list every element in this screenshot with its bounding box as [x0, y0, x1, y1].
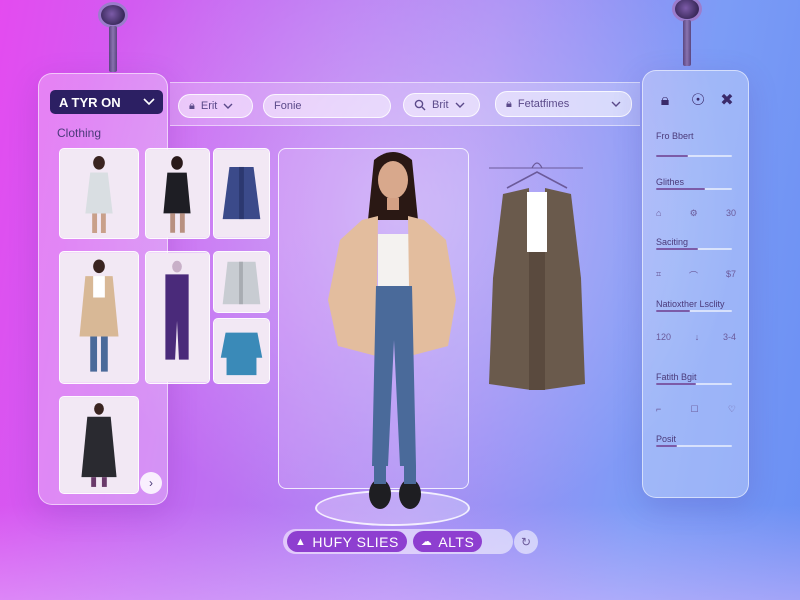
- scaling-slider[interactable]: [656, 248, 732, 250]
- clothing-item-black-coat[interactable]: [59, 396, 139, 494]
- search-label: Brit: [432, 99, 449, 111]
- chevron-down-icon: [611, 101, 621, 107]
- model-avatar: [328, 152, 456, 509]
- brand-dropdown[interactable]: A TYR ON: [50, 90, 163, 114]
- posit-slider[interactable]: [656, 445, 732, 447]
- lock-icon[interactable]: 🔒︎: [655, 91, 675, 111]
- clothing-item-black-top[interactable]: [145, 148, 210, 239]
- features-dropdown[interactable]: 🔒︎ Fetatfimes: [495, 91, 632, 117]
- size-slider[interactable]: [656, 188, 732, 190]
- chevron-down-icon: [143, 98, 155, 106]
- chevron-down-icon: [223, 103, 233, 109]
- clothing-item-dress[interactable]: [59, 148, 139, 239]
- scaling-label: Saciting: [656, 237, 689, 247]
- fabric-slider[interactable]: [656, 383, 732, 385]
- clothing-item-camel-coat[interactable]: [59, 251, 139, 384]
- next-arrow-icon: ›: [149, 476, 153, 490]
- secondary-action-button[interactable]: ☁ ALTS: [412, 531, 483, 552]
- brand-label: A TYR ON: [59, 94, 121, 110]
- fit-label: Fro Bbert: [656, 131, 694, 141]
- rotate-icon[interactable]: ↻: [514, 530, 538, 554]
- bottom-action-bar: ▲ HUFY SLIES ☁ ALTS: [283, 529, 513, 554]
- measure-slider[interactable]: [656, 310, 732, 312]
- clothing-item-blue-sweater[interactable]: [213, 318, 270, 384]
- hanger-icon: [489, 162, 585, 390]
- fabric-label: Fatith Bgit: [656, 372, 697, 382]
- cloud-icon: ☁: [420, 536, 433, 548]
- next-page-button[interactable]: ›: [140, 472, 162, 494]
- measure-label: Natioxther Lsclity: [656, 299, 725, 309]
- ceiling-camera-right: [672, 0, 702, 66]
- size-row: ⌂ ⚙ 30: [656, 208, 736, 218]
- bottle-icon[interactable]: ☉: [688, 91, 708, 111]
- size-label: Glithes: [656, 177, 685, 187]
- measure-row: 120 ↓ 3-4: [656, 332, 736, 342]
- clothing-item-navy-jacket[interactable]: [213, 148, 270, 239]
- ceiling-camera-left: [98, 2, 128, 72]
- fit-slider[interactable]: [656, 155, 732, 157]
- fit-toggle-icon[interactable]: ✖: [717, 91, 737, 111]
- name-field[interactable]: Fonie: [263, 94, 391, 118]
- chevron-down-icon: [455, 102, 464, 108]
- search-icon: [414, 99, 426, 111]
- name-value: Fonie: [274, 100, 302, 112]
- clothing-item-grey-jacket[interactable]: [213, 251, 270, 313]
- shirt-icon: ▲: [295, 535, 307, 548]
- search-field[interactable]: Brit: [403, 93, 480, 117]
- secondary-action-label: ALTS: [438, 533, 475, 550]
- lock-icon: 🔒︎: [506, 97, 512, 110]
- section-title: Clothing: [57, 126, 102, 140]
- edit-dropdown[interactable]: 🔒︎ Erit: [178, 94, 253, 118]
- fabric-row: ⌐ ☐ ♡: [656, 404, 736, 414]
- primary-action-label: HUFY SLIES: [312, 533, 399, 550]
- primary-action-button[interactable]: ▲ HUFY SLIES: [287, 531, 407, 552]
- lock-icon: 🔒︎: [189, 99, 195, 112]
- features-label: Fetatfimes: [517, 98, 570, 110]
- scaling-row: ⌗ ⌒ $7: [656, 269, 736, 281]
- posit-label: Posit: [656, 434, 677, 444]
- clothing-item-purple-jumpsuit[interactable]: [145, 251, 210, 384]
- edit-label: Erit: [200, 100, 218, 112]
